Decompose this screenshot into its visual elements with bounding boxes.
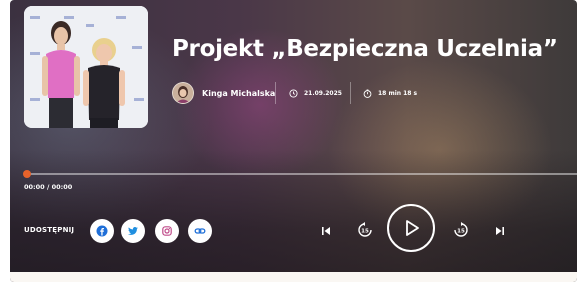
twitter-icon (128, 227, 138, 235)
duration-text: 18 min 18 s (378, 89, 418, 97)
share-link-button[interactable] (188, 219, 212, 243)
rewind-15-icon: 15 (358, 222, 372, 237)
rewind-15-button[interactable]: 15 (355, 220, 375, 240)
forward-15-button[interactable]: 15 (451, 220, 471, 240)
facebook-icon (96, 225, 108, 237)
publish-date: 21.09.2025 (289, 80, 342, 106)
episode-title: Projekt „Bezpieczna Uczelnia” (172, 36, 558, 62)
svg-text:15: 15 (457, 229, 465, 235)
instagram-icon (162, 226, 172, 236)
play-button[interactable] (387, 204, 435, 252)
svg-text:15: 15 (361, 229, 369, 235)
previous-track-button[interactable] (319, 223, 333, 239)
play-icon (406, 220, 419, 236)
date-text: 21.09.2025 (304, 89, 342, 97)
clock-icon (289, 88, 298, 98)
author-info[interactable]: Kinga Michalska (172, 80, 275, 106)
skip-previous-icon (322, 227, 330, 235)
skip-next-icon (496, 227, 504, 235)
share-instagram-button[interactable] (155, 219, 179, 243)
podcast-player: Projekt „Bezpieczna Uczelnia” Kinga Mich… (10, 0, 577, 282)
bottom-strip (10, 272, 577, 282)
author-name: Kinga Michalska (202, 88, 276, 98)
progress-bar[interactable] (24, 173, 577, 175)
episode-duration: 18 min 18 s (363, 80, 417, 106)
link-icon (194, 228, 206, 234)
time-readout: 00:00 / 00:00 (24, 183, 73, 191)
forward-15-icon: 15 (454, 222, 468, 237)
next-track-button[interactable] (493, 223, 507, 239)
share-twitter-button[interactable] (121, 219, 145, 243)
progress-handle[interactable] (23, 170, 31, 178)
share-label: UDOSTĘPNIJ (24, 226, 75, 234)
meta-divider (275, 82, 276, 104)
background-shade (10, 150, 577, 282)
share-facebook-button[interactable] (90, 219, 114, 243)
episode-cover-image (24, 6, 148, 128)
stopwatch-icon (363, 88, 372, 98)
author-avatar (172, 82, 194, 104)
meta-divider (350, 82, 351, 104)
